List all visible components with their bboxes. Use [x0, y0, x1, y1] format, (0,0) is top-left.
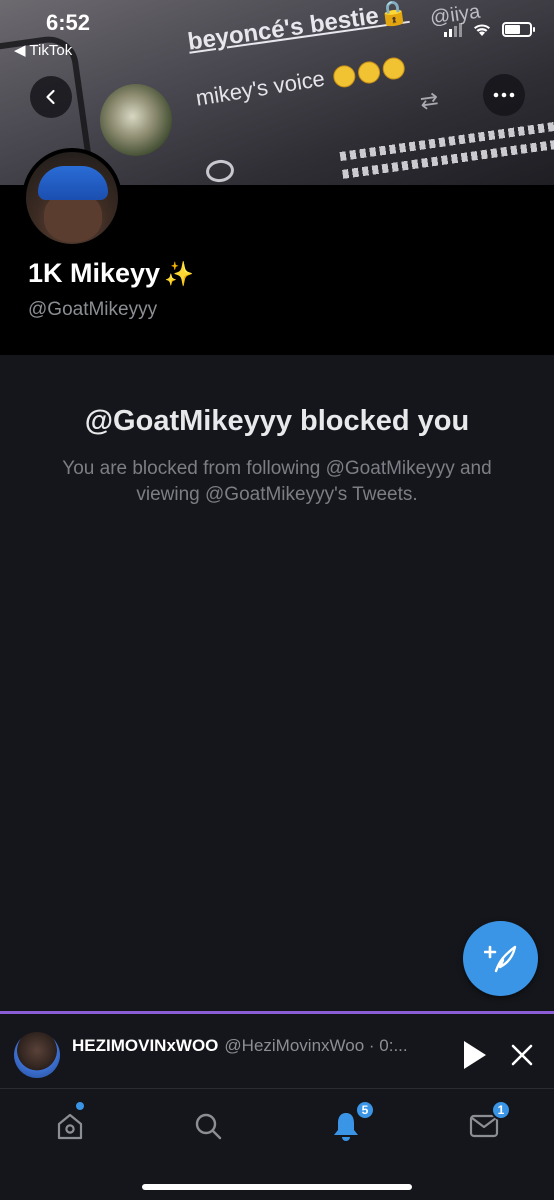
avatar-durag: [38, 166, 108, 200]
close-player-button[interactable]: [508, 1041, 536, 1069]
profile-handle: @GoatMikeyyy: [28, 299, 158, 320]
more-icon: [493, 92, 515, 98]
cellular-signal-icon: [444, 22, 462, 37]
notifications-badge: 5: [355, 1100, 375, 1120]
player-avatar: [14, 1032, 60, 1078]
player-name: HEZIMOVINxWOO: [72, 1036, 219, 1055]
banner-tweet-avatar: [100, 84, 172, 156]
home-icon: [57, 1113, 83, 1140]
player-text[interactable]: HEZIMOVINxWOO @HeziMovinxWoo · 0:...: [72, 1036, 442, 1056]
display-name-text: 1K Mikeyy: [28, 258, 161, 288]
more-options-button[interactable]: [483, 74, 525, 116]
blocked-description: You are blocked from following @GoatMike…: [62, 458, 492, 505]
banner-retweet-icon: ⇄: [418, 86, 441, 115]
back-arrow-icon: [46, 89, 55, 105]
search-icon: [195, 1113, 222, 1140]
close-icon: [511, 1044, 533, 1066]
blocked-title: @GoatMikeyyy blocked you: [84, 405, 470, 437]
compose-icon: [483, 945, 516, 972]
home-new-dot: [76, 1102, 84, 1110]
mini-player[interactable]: HEZIMOVINxWOO @HeziMovinxWoo · 0:...: [0, 1011, 554, 1089]
profile-avatar[interactable]: [22, 148, 122, 248]
status-icons: [444, 22, 535, 37]
banner-tweet-text-label: mikey's voice: [194, 65, 327, 111]
play-button[interactable]: [460, 1038, 490, 1072]
banner-reply-icon: [204, 158, 236, 184]
back-button[interactable]: [30, 76, 72, 118]
status-bar: 6:52 ◀ TikTok: [0, 0, 554, 64]
compose-tweet-button[interactable]: [463, 921, 538, 996]
blocked-notice: @GoatMikeyyy blocked you You are blocked…: [0, 355, 554, 508]
profile-display-name: 1K Mikeyy ✨: [28, 258, 194, 289]
battery-icon: [502, 22, 535, 37]
status-time: 6:52: [46, 10, 91, 35]
home-indicator[interactable]: [142, 1184, 412, 1190]
banner-audio-waveform: [336, 102, 554, 185]
wifi-icon: [472, 23, 492, 37]
player-meta: @HeziMovinxWoo · 0:...: [224, 1036, 408, 1055]
tab-search[interactable]: [186, 1104, 230, 1148]
sparkles-icon: ✨: [164, 261, 194, 288]
weary-face-icon: [332, 63, 358, 90]
play-icon: [464, 1041, 486, 1069]
back-to-app-link[interactable]: ◀ TikTok: [14, 41, 72, 59]
tab-home[interactable]: [48, 1104, 92, 1148]
messages-badge: 1: [491, 1100, 511, 1120]
